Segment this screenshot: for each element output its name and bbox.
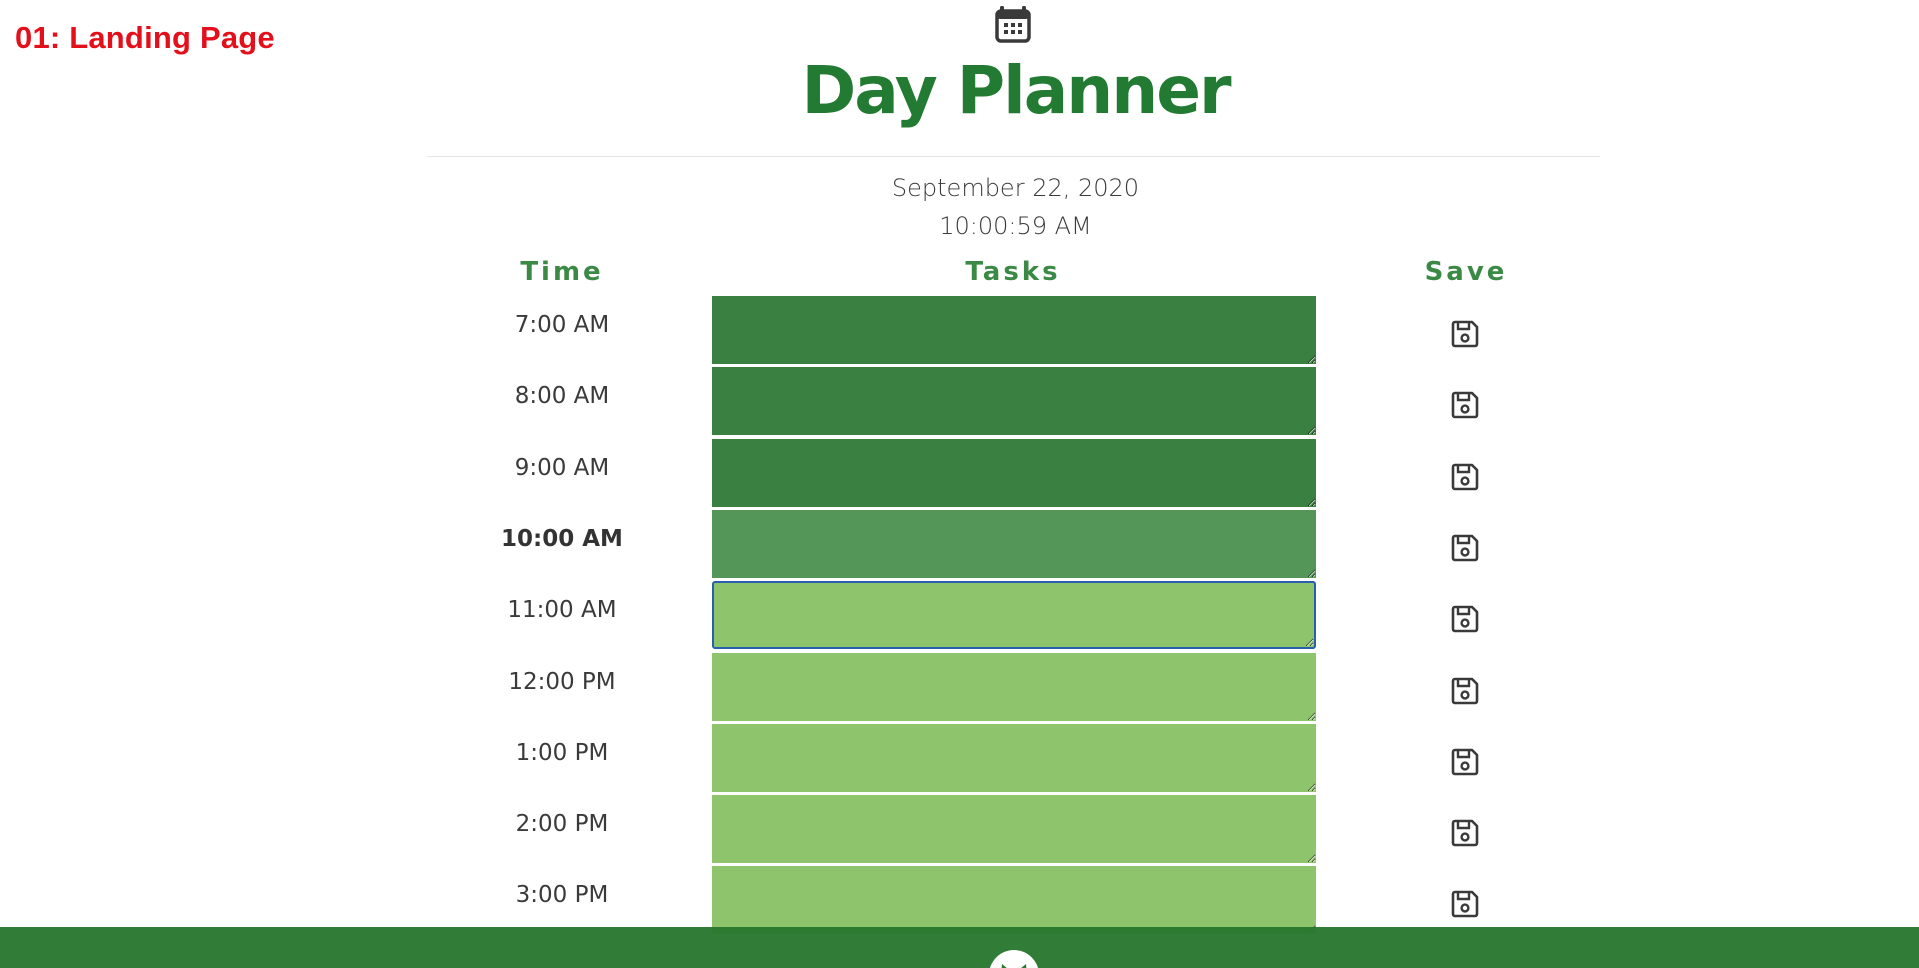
hour-label: 1:00 PM bbox=[515, 739, 609, 766]
save-button[interactable] bbox=[1448, 887, 1482, 921]
save-icon bbox=[1448, 391, 1482, 425]
hour-label: 9:00 AM bbox=[514, 454, 610, 481]
calendar-icon bbox=[995, 6, 1031, 43]
save-button[interactable] bbox=[1448, 388, 1482, 422]
save-button[interactable] bbox=[1448, 317, 1482, 351]
day-planner-page: 01: Landing Page Day Planner September 2… bbox=[0, 0, 1919, 968]
hour-label: 3:00 PM bbox=[515, 882, 609, 909]
current-time: 10:00:59 AM bbox=[939, 212, 1092, 240]
task-input[interactable] bbox=[712, 438, 1316, 507]
save-button[interactable] bbox=[1448, 460, 1482, 494]
task-input[interactable] bbox=[712, 723, 1316, 792]
hour-row: 8:00 AM bbox=[0, 367, 1919, 438]
save-button[interactable] bbox=[1448, 674, 1482, 708]
task-input[interactable] bbox=[712, 367, 1316, 436]
save-button[interactable] bbox=[1448, 745, 1482, 779]
hour-label: 12:00 PM bbox=[508, 668, 616, 695]
hour-label: 7:00 AM bbox=[514, 312, 610, 338]
hour-label: 11:00 AM bbox=[507, 597, 617, 624]
save-icon bbox=[1448, 534, 1482, 568]
task-input[interactable] bbox=[712, 866, 1316, 935]
task-input[interactable] bbox=[712, 795, 1316, 864]
hour-row: 7:00 AM bbox=[0, 296, 1919, 367]
save-column-header: Save bbox=[1424, 257, 1508, 287]
title-divider bbox=[427, 156, 1600, 157]
hour-label: 10:00 AM bbox=[501, 525, 623, 552]
hour-row: 12:00 PM bbox=[0, 652, 1919, 724]
save-icon bbox=[1448, 677, 1482, 711]
save-icon bbox=[1448, 748, 1482, 782]
save-button[interactable] bbox=[1448, 531, 1482, 565]
hour-row: 9:00 AM bbox=[0, 438, 1919, 510]
save-icon bbox=[1448, 819, 1482, 853]
hour-row: 2:00 PM bbox=[0, 795, 1919, 866]
app-title: Day Planner bbox=[801, 52, 1231, 129]
time-column-header: Time bbox=[520, 257, 604, 287]
footer-bar bbox=[0, 927, 1919, 968]
hour-row: 1:00 PM bbox=[0, 723, 1919, 795]
task-input[interactable] bbox=[712, 296, 1316, 364]
save-button[interactable] bbox=[1448, 602, 1482, 636]
tasks-column-header: Tasks bbox=[965, 257, 1061, 287]
save-icon bbox=[1448, 463, 1482, 497]
save-button[interactable] bbox=[1448, 816, 1482, 850]
task-input[interactable] bbox=[712, 581, 1316, 650]
save-icon bbox=[1448, 891, 1482, 924]
github-icon[interactable] bbox=[988, 949, 1040, 968]
hour-row: 11:00 AM bbox=[0, 581, 1919, 652]
hour-label: 8:00 AM bbox=[514, 383, 610, 410]
task-input[interactable] bbox=[712, 509, 1316, 578]
task-input[interactable] bbox=[712, 652, 1316, 721]
save-icon bbox=[1448, 320, 1482, 354]
hour-row: 10:00 AM bbox=[0, 509, 1919, 581]
current-date: September 22, 2020 bbox=[891, 174, 1140, 202]
hour-label: 2:00 PM bbox=[515, 811, 609, 838]
save-icon bbox=[1448, 605, 1482, 639]
